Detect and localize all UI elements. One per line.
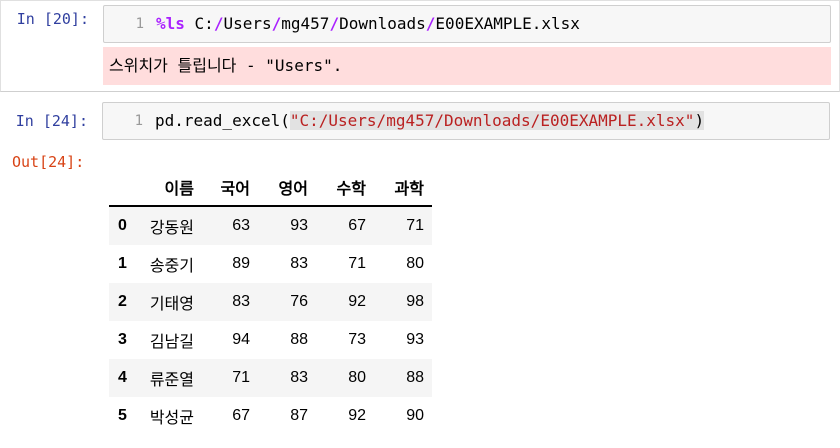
line-number: 1 [135,16,144,32]
table-cell: 88 [290,331,308,348]
code-editor[interactable]: 1 %ls C:/Users/mg457/Downloads/E00EXAMPL… [103,5,831,43]
string-literal: "C:/Users/mg457/Downloads/E00EXAMPLE.xls… [289,111,695,130]
table-cell: 송중기 [149,258,194,275]
table-cell: 88 [406,369,424,386]
code-line[interactable]: %ls C:/Users/mg457/Downloads/E00EXAMPLE.… [156,6,580,42]
code-editor[interactable]: 1 pd.read_excel("C:/Users/mg457/Download… [102,102,830,140]
column-header: 수학 [316,169,374,207]
table-cell: 92 [348,407,366,424]
table-row: 1 송중기 89 83 71 80 [109,245,432,283]
table-cell: 93 [406,331,424,348]
table-cell: 92 [348,293,366,310]
table-cell: 83 [290,369,308,386]
table-cell: 94 [232,331,250,348]
table-row: 5 박성균 67 87 92 90 [109,397,432,435]
table-cell: 김남길 [149,334,194,351]
input-prompt: In [24]: [15,112,88,130]
row-index: 0 [118,217,127,234]
table-cell: 87 [290,407,308,424]
row-index: 3 [118,331,127,348]
column-header: 과학 [374,169,432,207]
table-row: 2 기태영 83 76 92 98 [109,283,432,321]
table-cell: 63 [232,217,250,234]
table-row: 3 김남길 94 88 73 93 [109,321,432,359]
table-row: 4 류준열 71 83 80 88 [109,359,432,397]
row-index: 2 [118,293,127,310]
table-cell: 90 [406,407,424,424]
table-cell: 67 [348,217,366,234]
table-cell: 71 [232,369,250,386]
table-cell: 73 [348,331,366,348]
table-cell: 박성균 [149,410,194,427]
column-header: 영어 [258,169,316,207]
table-cell: 71 [406,217,424,234]
table-cell: 류준열 [149,372,194,389]
column-header: 이름 [134,169,200,207]
magic-command: %ls [156,14,185,33]
code-line[interactable]: pd.read_excel("C:/Users/mg457/Downloads/… [155,103,705,139]
close-paren: ) [694,111,705,130]
function-call: pd.read_excel( [155,111,290,130]
table-cell: 83 [232,293,250,310]
table-row: 0 강동원 63 93 67 71 [109,206,432,245]
table-cell: 83 [290,255,308,272]
column-header: 국어 [200,169,258,207]
table-cell: 80 [348,369,366,386]
table-cell: 93 [290,217,308,234]
code-cell-20[interactable]: In [20]: 1 %ls C:/Users/mg457/Downloads/… [0,0,840,92]
row-index: 1 [118,255,127,272]
table-cell: 76 [290,293,308,310]
input-prompt: In [20]: [16,10,89,28]
table-header-row: 이름 국어 영어 수학 과학 [109,169,432,207]
dataframe-table: 이름 국어 영어 수학 과학 0 강동원 63 93 67 71 1 송중기 8… [109,169,432,435]
table-cell: 80 [406,255,424,272]
output-prompt: Out[24]: [12,153,85,171]
row-index: 5 [118,407,127,424]
line-number: 1 [134,113,143,129]
table-cell: 67 [232,407,250,424]
table-cell: 98 [406,293,424,310]
row-index: 4 [118,369,127,386]
table-cell: 강동원 [149,220,194,237]
error-output: 스위치가 틀립니다 - "Users". [103,47,831,85]
table-cell: 기태영 [149,296,194,313]
table-cell: 89 [232,255,250,272]
table-cell: 71 [348,255,366,272]
